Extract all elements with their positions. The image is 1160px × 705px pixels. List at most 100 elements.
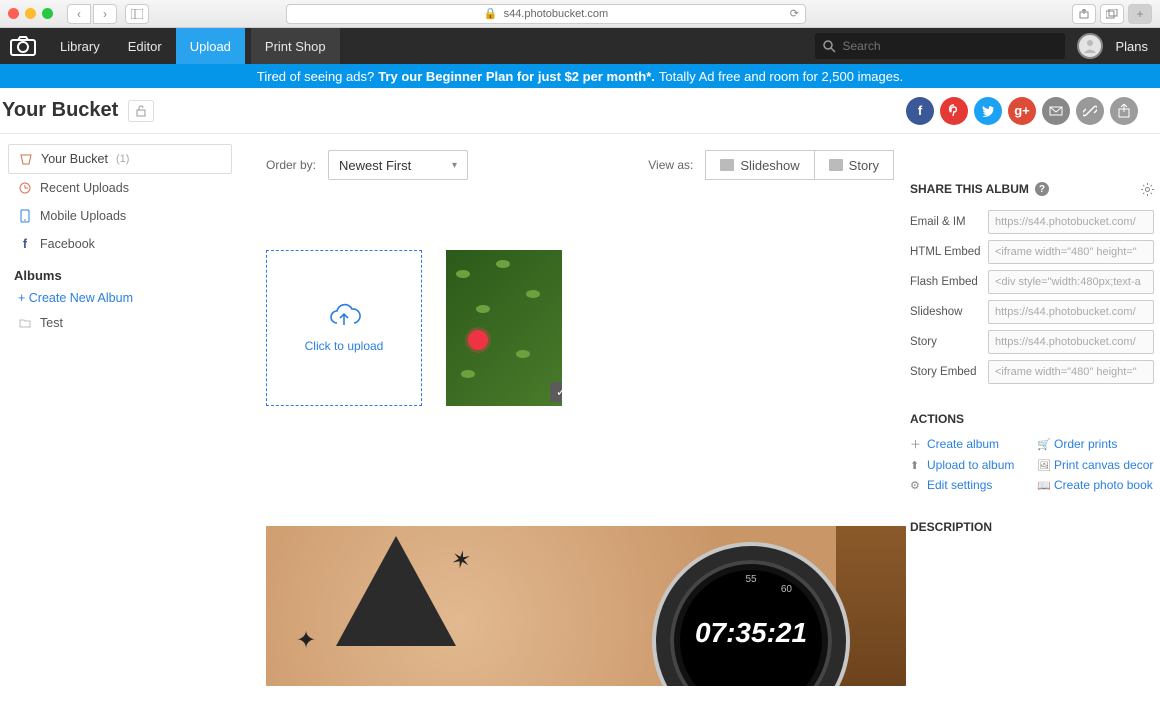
forward-button[interactable]: › [93,4,117,24]
sidebar-item-label: Recent Uploads [40,181,129,195]
ad-banner[interactable]: ✦ ✶ 55 60 07:35:21 [266,526,906,686]
sidebar-item-label: Facebook [40,237,95,251]
order-by-value: Newest First [339,158,411,173]
action-link[interactable]: 🖼Print canvas decor [1037,458,1154,472]
action-link[interactable]: 🛒Order prints [1037,436,1154,452]
share-row: Slideshow [910,300,1154,324]
cloud-upload-icon [327,303,361,329]
share-button[interactable] [1072,4,1096,24]
sidebar-albums-head: Albums [8,258,232,287]
new-tab-button[interactable]: + [1128,4,1152,24]
bucket-icon [19,153,33,165]
reload-icon[interactable]: ⟳ [790,7,799,20]
nav-upload[interactable]: Upload [176,28,245,64]
controls-bar: Order by: Newest First ▾ View as: Slides… [266,144,894,186]
share-link[interactable] [1076,97,1104,125]
nav-plans[interactable]: Plans [1115,39,1148,54]
clock-icon [18,182,32,194]
user-avatar[interactable] [1077,33,1103,59]
promo-banner[interactable]: Tired of seeing ads? Try our Beginner Pl… [0,64,1160,88]
lock-icon: 🔒 [484,7,498,20]
sidebar-item-label: Your Bucket [41,152,108,166]
sidebar-toggle[interactable] [125,4,149,24]
sidebar-create-album[interactable]: + Create New Album [8,287,232,309]
sidebar-item-test[interactable]: Test [8,309,232,337]
share-email[interactable] [1042,97,1070,125]
share-more[interactable] [1110,97,1138,125]
action-icon: 🖼 [1037,459,1049,472]
share-facebook[interactable]: f [906,97,934,125]
story-icon [829,159,843,171]
back-button[interactable]: ‹ [67,4,91,24]
share-twitter[interactable] [974,97,1002,125]
browser-chrome: ‹ › 🔒 s44.photobucket.com ⟳ + [0,0,1160,28]
share-label: Email & IM [910,216,982,228]
share-row: Story Embed [910,360,1154,384]
share-label: Slideshow [910,306,982,318]
nav-library[interactable]: Library [46,28,114,64]
promo-lead: Tired of seeing ads? [257,69,374,84]
star-icon: ✦ [296,626,316,655]
share-label: Story Embed [910,366,982,378]
close-window[interactable] [8,8,19,19]
share-googleplus[interactable]: g+ [1008,97,1036,125]
sidebar-item-your-bucket[interactable]: Your Bucket (1) [8,144,232,174]
view-slideshow[interactable]: Slideshow [706,151,813,179]
select-check[interactable]: ✓ [550,382,562,402]
sidebar-item-label: Mobile Uploads [40,209,126,223]
page-header: Your Bucket f g+ [0,88,1160,134]
right-panel: SHARE THIS ALBUM ? Email & IM HTML Embed F… [910,134,1160,705]
order-by-label: Order by: [266,158,316,172]
top-navigation: Library Editor Upload Print Shop Plans [0,28,1160,64]
help-icon[interactable]: ? [1035,182,1049,196]
upload-dropzone[interactable]: Click to upload [266,250,422,406]
share-label: Flash Embed [910,276,982,288]
privacy-toggle[interactable] [128,100,154,122]
gallery: Click to upload ✓ [266,250,894,406]
promo-tail: Totally Ad free and room for 2,500 image… [659,69,903,84]
view-story[interactable]: Story [814,151,893,179]
tabs-button[interactable] [1100,4,1124,24]
share-input[interactable] [988,300,1154,324]
slideshow-icon [720,159,734,171]
sidebar-item-mobile[interactable]: Mobile Uploads [8,202,232,230]
nav-editor[interactable]: Editor [114,28,176,64]
sidebar-item-label: Test [40,316,63,330]
photobucket-logo[interactable] [0,35,46,57]
share-input[interactable] [988,330,1154,354]
action-icon: 🛒 [1037,438,1049,451]
search-box[interactable] [815,33,1065,59]
promo-bold: Try our Beginner Plan for just $2 per mo… [378,69,655,84]
main-content: Order by: Newest First ▾ View as: Slides… [240,134,910,705]
action-link[interactable]: 📖Create photo book [1037,478,1154,492]
action-icon: ＋ [910,436,922,452]
order-by-select[interactable]: Newest First ▾ [328,150,468,180]
share-input[interactable] [988,240,1154,264]
share-pinterest[interactable] [940,97,968,125]
action-icon: ⚙ [910,479,922,492]
sidebar-item-recent[interactable]: Recent Uploads [8,174,232,202]
page-title: Your Bucket [2,99,118,122]
facebook-icon: f [18,237,32,251]
search-input[interactable] [842,39,1057,53]
share-row: HTML Embed [910,240,1154,264]
share-row: Flash Embed [910,270,1154,294]
sidebar-item-facebook[interactable]: f Facebook [8,230,232,258]
action-link[interactable]: ⚙Edit settings [910,478,1027,492]
search-icon [823,40,836,53]
share-panel-head: SHARE THIS ALBUM ? [910,182,1154,196]
action-link[interactable]: ⬆Upload to album [910,458,1027,472]
maximize-window[interactable] [42,8,53,19]
minimize-window[interactable] [25,8,36,19]
action-icon: 📖 [1037,479,1049,492]
action-link[interactable]: ＋Create album [910,436,1027,452]
share-input[interactable] [988,360,1154,384]
share-input[interactable] [988,210,1154,234]
social-buttons: f g+ [906,97,1148,125]
window-controls [8,8,53,19]
nav-printshop[interactable]: Print Shop [251,28,340,64]
address-bar[interactable]: 🔒 s44.photobucket.com ⟳ [286,4,806,24]
photo-thumbnail[interactable]: ✓ [446,250,562,406]
gear-icon[interactable] [1141,183,1154,196]
share-input[interactable] [988,270,1154,294]
